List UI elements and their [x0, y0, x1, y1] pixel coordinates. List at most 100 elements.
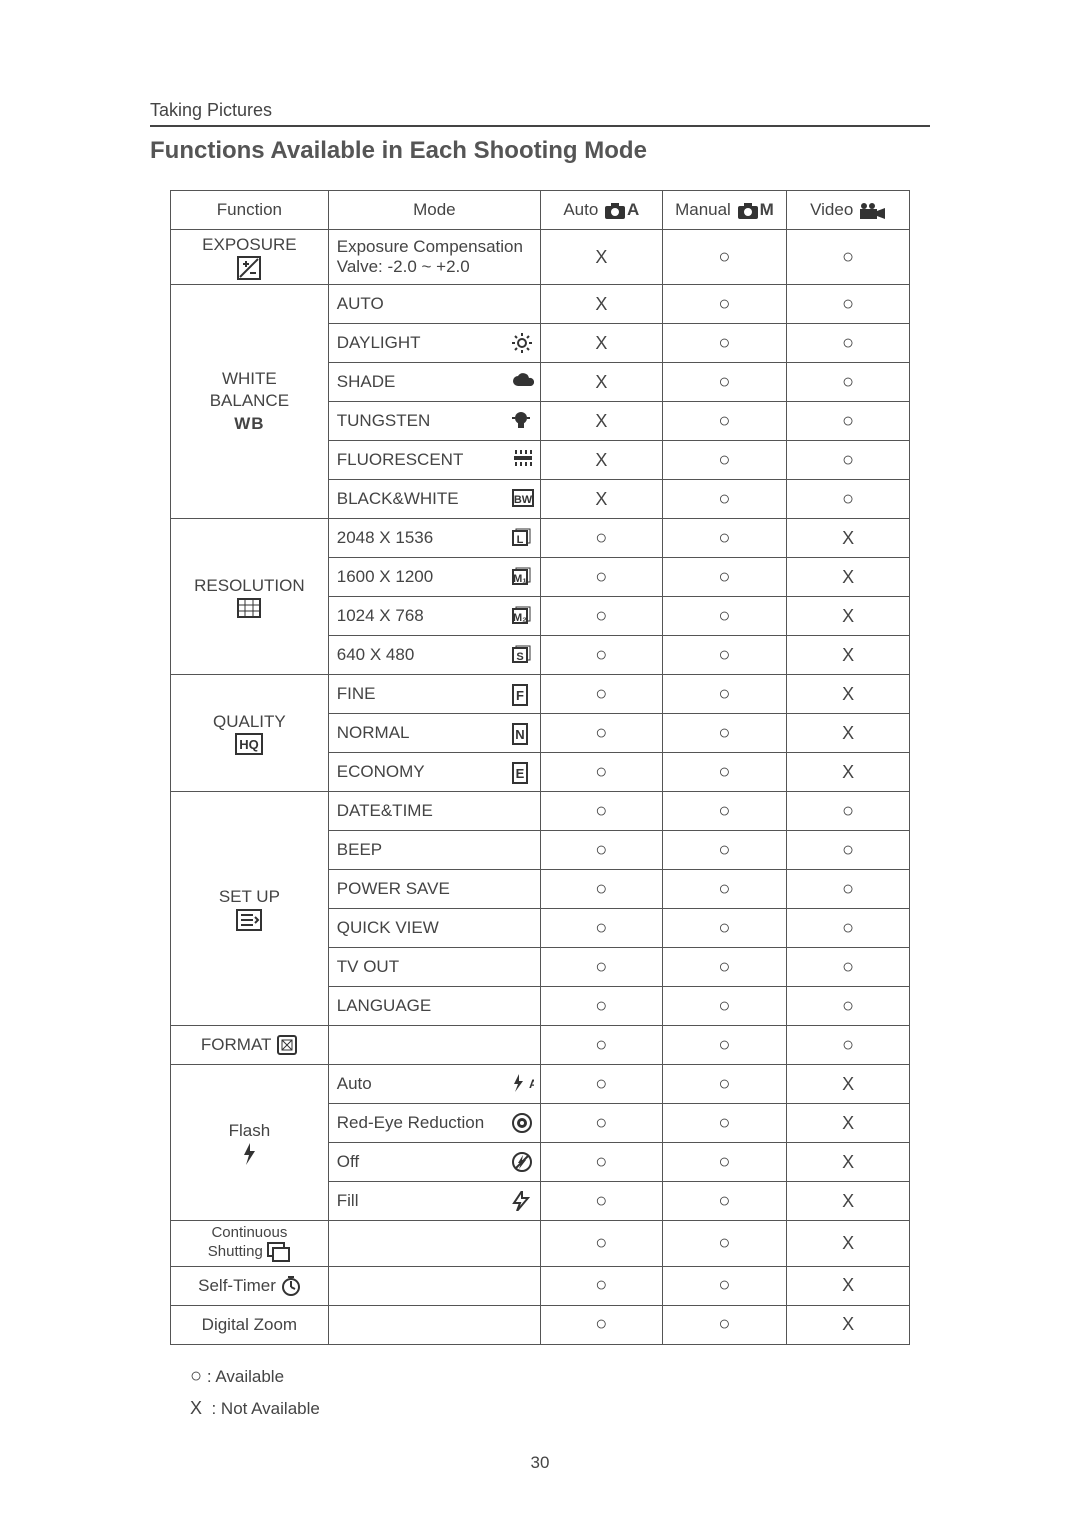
value-cell — [540, 597, 662, 636]
circle-icon — [842, 1036, 854, 1055]
value-cell — [540, 441, 662, 480]
value-cell — [540, 285, 662, 324]
x-icon — [842, 1114, 854, 1133]
format-icon — [276, 1034, 298, 1056]
circle-icon — [718, 1276, 730, 1295]
value-cell — [787, 558, 910, 597]
mode-label: Auto — [337, 1074, 372, 1093]
circle-icon — [718, 880, 730, 899]
table-row: SET UPDATE&TIME — [171, 792, 910, 831]
circle-icon — [718, 1036, 730, 1055]
value-cell — [787, 1104, 910, 1143]
function-label: Flash — [229, 1121, 271, 1140]
value-cell — [787, 831, 910, 870]
mode-label: FINE — [337, 684, 376, 703]
circle-icon — [842, 490, 854, 509]
header-video: Video — [787, 191, 910, 230]
value-cell — [662, 324, 786, 363]
value-cell — [787, 792, 910, 831]
circle-icon — [842, 334, 854, 353]
circle-icon — [718, 490, 730, 509]
svg-text:L: L — [517, 534, 524, 546]
value-cell — [787, 870, 910, 909]
svg-text:HQ: HQ — [240, 737, 260, 752]
value-cell — [662, 1065, 786, 1104]
mode-cell: LANGUAGE — [328, 987, 540, 1026]
camera-icon — [605, 203, 627, 219]
function-label: Self-Timer — [198, 1276, 276, 1295]
circle-icon — [718, 646, 730, 665]
circle-icon — [842, 841, 854, 860]
q-f-icon: F — [512, 684, 532, 704]
x-icon — [842, 763, 854, 782]
mode-cell: AUTO — [328, 285, 540, 324]
function-cell: EXPOSURE — [171, 230, 329, 285]
header-auto: Auto A — [540, 191, 662, 230]
value-cell — [662, 441, 786, 480]
value-cell — [787, 636, 910, 675]
circle-icon — [595, 607, 607, 626]
circle-icon — [718, 1075, 730, 1094]
legend-not-available: : Not Available — [211, 1399, 319, 1418]
mode-cell: TUNGSTEN — [328, 402, 540, 441]
value-cell — [787, 324, 910, 363]
mode-cell: Red-Eye Reduction — [328, 1104, 540, 1143]
value-cell — [787, 1305, 910, 1344]
header-video-text: Video — [810, 200, 853, 219]
mode-label: POWER SAVE — [337, 879, 450, 898]
mode-cell: 2048 X 1536L — [328, 519, 540, 558]
mode-cell: 1600 X 1200M₁ — [328, 558, 540, 597]
mode-cell: Exposure CompensationValve: -2.0 ~ +2.0 — [328, 230, 540, 285]
value-cell — [662, 675, 786, 714]
mode-cell: DAYLIGHT — [328, 324, 540, 363]
value-cell — [540, 363, 662, 402]
circle-icon — [718, 529, 730, 548]
function-label: Digital Zoom — [202, 1315, 297, 1334]
quality-icon: HQ — [235, 733, 263, 755]
table-row: WHITEBALANCEWBAUTO — [171, 285, 910, 324]
circle-icon — [718, 1114, 730, 1133]
value-cell — [540, 1221, 662, 1267]
x-icon — [842, 1315, 854, 1334]
circle-icon — [842, 958, 854, 977]
value-cell — [540, 324, 662, 363]
value-cell — [662, 714, 786, 753]
function-cell: RESOLUTION — [171, 519, 329, 675]
mode-label: Off — [337, 1152, 359, 1171]
value-cell — [540, 480, 662, 519]
value-cell — [787, 230, 910, 285]
x-icon — [842, 646, 854, 665]
value-cell — [540, 1065, 662, 1104]
legend-available: : Available — [207, 1367, 284, 1386]
header-manual: Manual M — [662, 191, 786, 230]
value-cell — [787, 1065, 910, 1104]
value-cell — [662, 230, 786, 285]
value-cell — [662, 1182, 786, 1221]
mode-cell: NORMALN — [328, 714, 540, 753]
circle-icon — [842, 880, 854, 899]
size-m2-icon: M₂ — [512, 606, 532, 626]
value-cell — [662, 909, 786, 948]
function-label: RESOLUTION — [194, 576, 305, 595]
value-cell — [540, 1182, 662, 1221]
value-cell — [662, 948, 786, 987]
function-label: WHITEBALANCE — [210, 369, 289, 410]
value-cell — [662, 1143, 786, 1182]
flash-off-icon — [512, 1152, 532, 1172]
page-number: 30 — [150, 1453, 930, 1473]
mode-cell: DATE&TIME — [328, 792, 540, 831]
resolution-icon — [237, 598, 261, 618]
value-cell — [787, 909, 910, 948]
mode-cell: BLACK&WHITEBW — [328, 480, 540, 519]
x-icon — [842, 607, 854, 626]
functions-table: Function Mode Auto A Manual M Video — [170, 190, 910, 1345]
mode-label: TV OUT — [337, 957, 399, 976]
svg-text:E: E — [516, 766, 525, 781]
circle-icon — [718, 1315, 730, 1334]
circle-icon — [595, 1192, 607, 1211]
circle-icon — [842, 295, 854, 314]
header-function: Function — [171, 191, 329, 230]
x-icon — [595, 295, 607, 314]
circle-icon — [595, 1036, 607, 1055]
circle-icon — [718, 248, 730, 267]
